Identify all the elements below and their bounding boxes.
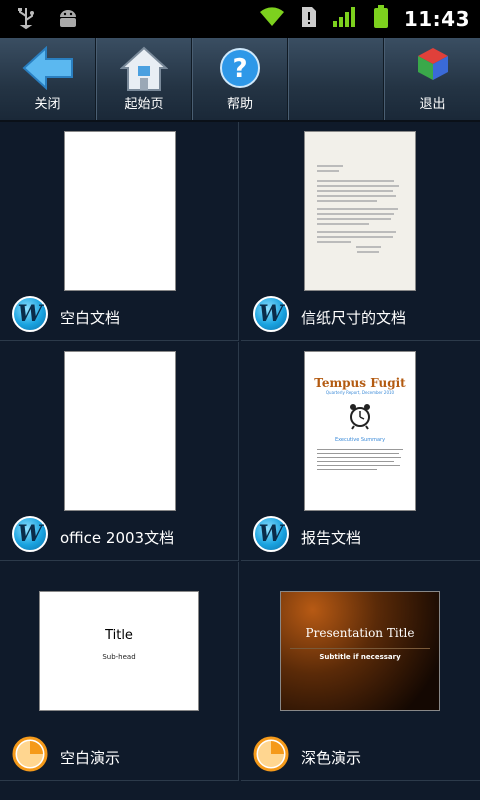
home-button[interactable]: 起始页 xyxy=(96,38,192,120)
template-blank-document[interactable]: W 空白文档 xyxy=(0,122,239,341)
exit-label: 退出 xyxy=(419,97,446,112)
home-icon xyxy=(119,46,169,96)
status-bar: 11:43 xyxy=(0,0,480,38)
template-label: 深色演示 xyxy=(301,749,362,767)
empty-toolbar-slot xyxy=(288,38,384,120)
template-label: office 2003文档 xyxy=(60,529,175,547)
close-button[interactable]: 关闭 xyxy=(0,38,96,120)
template-label: 报告文档 xyxy=(301,529,362,547)
svg-text:?: ? xyxy=(232,54,247,84)
template-dark-presentation[interactable]: Presentation Title Subtitle if necessary… xyxy=(241,562,480,781)
blank-pres-subhead: Sub-head xyxy=(102,653,136,661)
clock: 11:43 xyxy=(403,7,470,31)
template-label: 空白文档 xyxy=(60,309,121,327)
office-2003-thumbnail xyxy=(65,352,175,510)
word-document-icon: W xyxy=(253,296,289,332)
template-label: 信纸尺寸的文档 xyxy=(301,309,407,327)
battery-icon xyxy=(372,4,390,34)
presentation-icon xyxy=(253,736,289,772)
signal-icon xyxy=(332,5,358,33)
word-document-icon: W xyxy=(253,516,289,552)
blank-pres-title: Title xyxy=(105,628,133,643)
template-label: 空白演示 xyxy=(60,749,121,767)
close-label: 关闭 xyxy=(34,97,61,112)
sim-alert-icon xyxy=(300,5,318,33)
template-blank-presentation[interactable]: Title Sub-head 空白演示 xyxy=(0,562,239,781)
word-document-icon: W xyxy=(12,296,48,332)
exit-cube-icon xyxy=(416,46,450,86)
home-label: 起始页 xyxy=(124,97,164,112)
help-button[interactable]: ? 帮助 xyxy=(192,38,288,120)
letter-document-thumbnail xyxy=(305,132,415,290)
dark-pres-divider xyxy=(290,648,430,649)
dark-pres-title: Presentation Title xyxy=(305,626,415,640)
toolbar: 关闭 起始页 ? 帮助 退出 xyxy=(0,38,480,122)
blank-presentation-thumbnail: Title Sub-head xyxy=(40,592,198,710)
dark-pres-subtitle: Subtitle if necessary xyxy=(319,653,401,661)
back-arrow-icon xyxy=(22,45,74,94)
dark-presentation-thumbnail: Presentation Title Subtitle if necessary xyxy=(281,592,439,710)
template-grid: W 空白文档 W 信纸尺寸的文档 W office 2003文档 Tempus … xyxy=(0,122,480,800)
android-debug-icon xyxy=(56,6,80,36)
exit-button[interactable]: 退出 xyxy=(384,38,480,120)
blank-document-thumbnail xyxy=(65,132,175,290)
report-thumb-subtitle: Quarterly Report, December 2010 xyxy=(325,390,395,395)
alarm-clock-icon xyxy=(348,401,372,431)
report-thumbnail: Tempus Fugit Quarterly Report, December … xyxy=(305,352,415,510)
presentation-icon xyxy=(12,736,48,772)
report-thumb-title: Tempus Fugit xyxy=(314,376,406,390)
template-report-document[interactable]: Tempus Fugit Quarterly Report, December … xyxy=(241,342,480,561)
help-label: 帮助 xyxy=(226,97,253,112)
wifi-icon xyxy=(258,6,286,32)
help-icon: ? xyxy=(218,46,262,94)
template-office-2003-document[interactable]: W office 2003文档 xyxy=(0,342,239,561)
usb-icon xyxy=(16,6,36,36)
template-letter-document[interactable]: W 信纸尺寸的文档 xyxy=(241,122,480,341)
word-document-icon: W xyxy=(12,516,48,552)
